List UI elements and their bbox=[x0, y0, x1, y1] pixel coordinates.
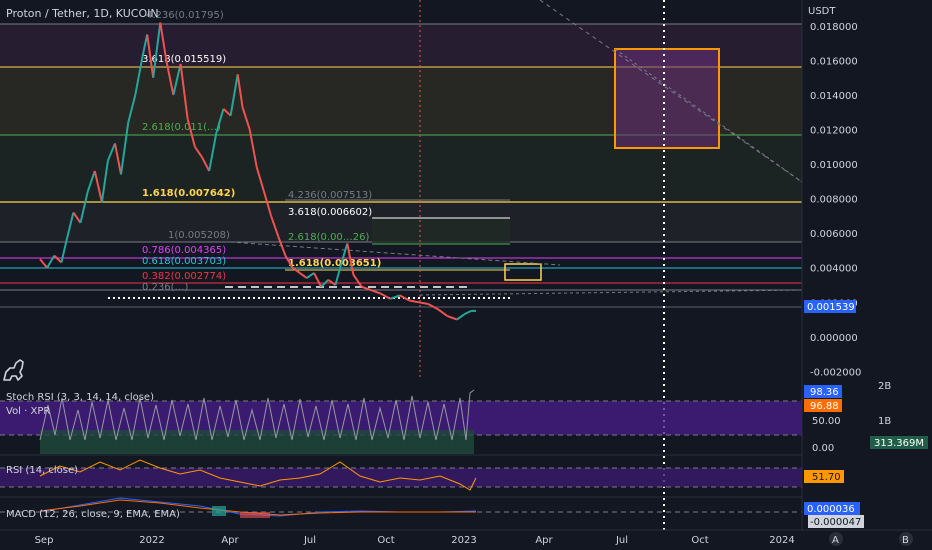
settings-icon[interactable]: B bbox=[899, 532, 913, 546]
macd-hist bbox=[212, 506, 226, 516]
stoch-axis-0: 0.00 bbox=[812, 443, 834, 454]
small-fib-band bbox=[372, 218, 510, 244]
y-tick-label: 0.008000 bbox=[810, 195, 858, 206]
macd-tag: 0.000036 bbox=[807, 504, 855, 515]
x-tick-label: Oct bbox=[377, 535, 394, 546]
rsi-legend: RSI (14, close) bbox=[6, 465, 78, 476]
vol-axis-2b: 2B bbox=[878, 381, 891, 392]
fib-label: 3.618(0.006602) bbox=[288, 207, 372, 218]
y-tick-label: 0.010000 bbox=[810, 160, 858, 171]
chart-title: Proton / Tether, 1D, KUCOIN bbox=[6, 7, 159, 20]
stoch-band bbox=[0, 401, 802, 435]
vol-tag: 313.369M bbox=[874, 438, 924, 449]
y-tick-label: 0.006000 bbox=[810, 229, 858, 240]
x-tick-label: Oct bbox=[691, 535, 708, 546]
macd-signal-tag: -0.000047 bbox=[810, 517, 861, 528]
stoch-k-tag: 98.36 bbox=[810, 387, 839, 398]
vol-legend: Vol · XPR bbox=[6, 406, 50, 417]
x-tick-label: Apr bbox=[535, 535, 553, 546]
fib-label: 2.618(0.011(…) bbox=[142, 122, 221, 133]
y-tick-label: 0.000000 bbox=[810, 333, 858, 344]
rsi-band bbox=[0, 468, 802, 487]
macd-hist bbox=[240, 512, 270, 518]
price-tag: 0.001539 bbox=[807, 302, 855, 313]
y-tick-label: 0.014000 bbox=[810, 91, 858, 102]
auto-scale-label: A bbox=[832, 535, 839, 546]
target-box bbox=[614, 48, 720, 149]
fib-label: 1(0.005208) bbox=[168, 230, 230, 241]
x-tick-label: 2023 bbox=[451, 535, 476, 546]
stoch-axis-50: 50.00 bbox=[812, 416, 841, 427]
y-tick-label: 0.018000 bbox=[810, 22, 858, 33]
y-tick-label: 0.004000 bbox=[810, 264, 858, 275]
x-tick-label: Jul bbox=[615, 535, 628, 546]
x-tick-label: Sep bbox=[35, 535, 54, 546]
stoch-d-tag: 96.88 bbox=[810, 401, 839, 412]
y-tick-label: 0.016000 bbox=[810, 56, 858, 67]
fib-label: 1.618(0.007642) bbox=[142, 188, 235, 199]
volume-area bbox=[40, 430, 474, 454]
fib-label: 0.382(0.002774) bbox=[142, 271, 226, 282]
fib-label: 0.786(0.004365) bbox=[142, 245, 226, 256]
chart-svg: 4.236(0.01795) 3.618(0.015519) 2.618(0.0… bbox=[0, 0, 932, 550]
macd-legend: MACD (12, 26, close, 9, EMA, EMA) bbox=[6, 509, 180, 520]
fib-label: 0.618(0.003703) bbox=[142, 256, 226, 267]
fib-label: 4.236(0.007513) bbox=[288, 190, 372, 201]
stoch-rsi-legend: Stoch RSI (3, 3, 14, 14, close) bbox=[6, 392, 154, 403]
x-tick-label: Jul bbox=[303, 535, 316, 546]
rsi-tag: 51.70 bbox=[812, 472, 841, 483]
settings-label: B bbox=[902, 535, 909, 546]
y-tick-label: 0.012000 bbox=[810, 126, 858, 137]
currency-label: USDT bbox=[808, 6, 836, 17]
auto-scale-icon[interactable]: A bbox=[829, 532, 843, 546]
x-tick-label: 2022 bbox=[139, 535, 164, 546]
price-axis-panel bbox=[802, 0, 932, 550]
fib-label: 0.236(…) bbox=[142, 282, 189, 293]
y-tick-label: -0.002000 bbox=[810, 367, 861, 378]
x-tick-label: Apr bbox=[221, 535, 239, 546]
vol-axis-1b: 1B bbox=[878, 416, 891, 427]
fib-label: 2.618(0.00…26) bbox=[288, 232, 370, 243]
fib-label: 1.618(0.003651) bbox=[288, 258, 381, 269]
x-tick-label: 2024 bbox=[769, 535, 794, 546]
